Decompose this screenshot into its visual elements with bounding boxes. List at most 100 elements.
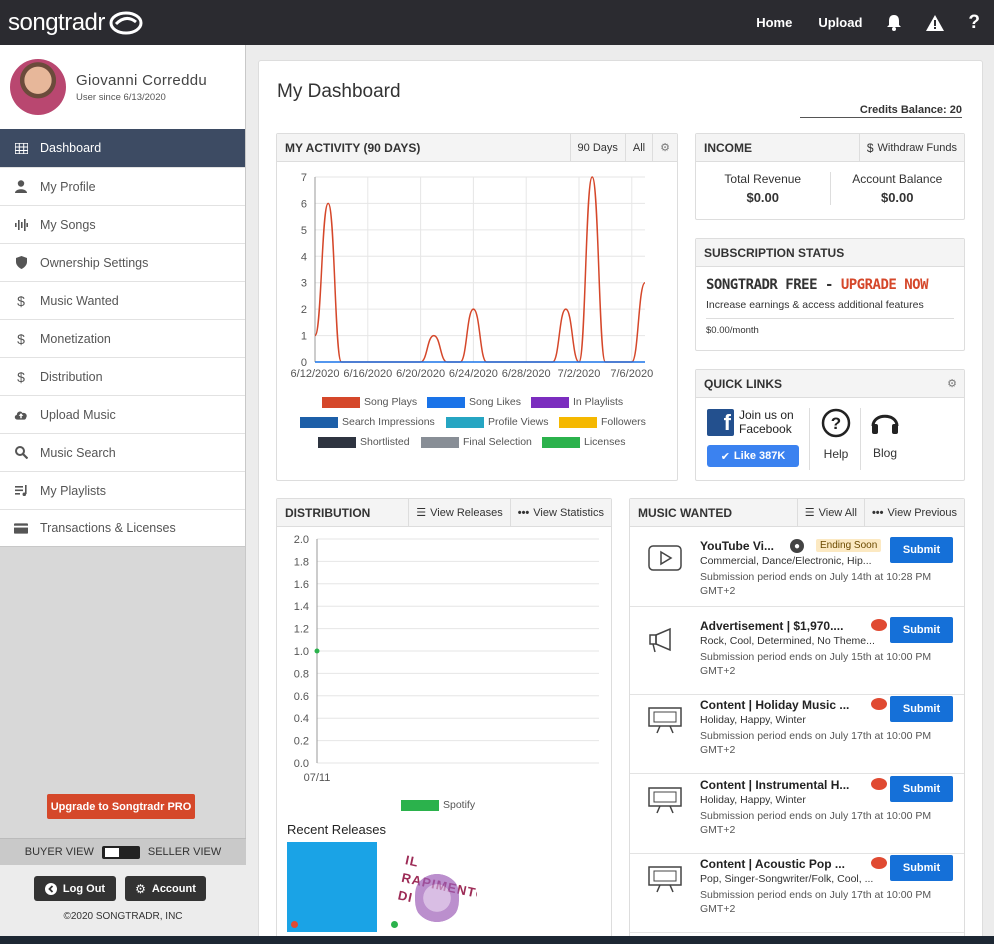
sidebar-item-distribution[interactable]: $ Distribution	[0, 357, 245, 395]
brief-title[interactable]: Content | Acoustic Pop ...	[700, 857, 845, 871]
avatar[interactable]	[10, 59, 66, 115]
blog-link[interactable]: Blog	[870, 408, 900, 460]
sidebar-item-my-songs[interactable]: My Songs	[0, 205, 245, 243]
series-line-song-plays	[314, 176, 646, 363]
gears-icon: ⚙	[135, 881, 146, 896]
view-statistics-button[interactable]: ••• View Statistics	[509, 499, 611, 526]
view-releases-button[interactable]: ☰ View Releases	[408, 499, 509, 526]
sidebar-item-dashboard[interactable]: Dashboard	[0, 129, 245, 167]
quicklinks-panel: QUICK LINKS ⚙ f Join us on Facebook ✔ Lik…	[695, 369, 965, 481]
withdraw-funds-button[interactable]: $ Withdraw Funds	[858, 134, 964, 161]
y-tick-label: 0.8	[294, 668, 309, 680]
x-tick-label: 6/16/2020	[343, 368, 392, 380]
y-tick-label: 1.2	[294, 624, 309, 636]
sidebar-item-music-search[interactable]: Music Search	[0, 433, 245, 471]
y-tick-label: 1.4	[294, 601, 309, 613]
dollar-icon: $	[17, 330, 25, 347]
y-tick-label: 1.6	[294, 579, 309, 591]
logo-mark-icon	[109, 11, 143, 34]
account-balance-value: $0.00	[880, 190, 914, 205]
legend-swatch	[318, 436, 356, 448]
account-button[interactable]: ⚙ Account	[125, 876, 206, 901]
view-toggle-switch[interactable]	[101, 845, 140, 859]
submit-button[interactable]: Submit	[890, 537, 953, 563]
sidebar-item-monetization[interactable]: $ Monetization	[0, 319, 245, 357]
subscription-price: $0.00/month	[706, 325, 759, 336]
warning-icon[interactable]	[926, 14, 945, 31]
music-wanted-item[interactable]: Content | Acoustic Pop ... Pop, Singer-S…	[630, 853, 964, 933]
account-label: Account	[151, 882, 196, 895]
music-wanted-item[interactable]: Content | Instrumental H... Holiday, Hap…	[630, 774, 964, 854]
screen-icon	[648, 787, 682, 814]
submit-button[interactable]: Submit	[890, 696, 953, 722]
sidebar-menu: Dashboard My Profile My Songs Ownership …	[0, 129, 245, 547]
music-wanted-title: MUSIC WANTED	[638, 505, 732, 520]
music-wanted-item[interactable]: Content | Holiday Music ... Holiday, Hap…	[630, 694, 964, 774]
account-balance-label: Account Balance	[852, 172, 943, 186]
subscription-plan: SONGTRADR FREE	[706, 277, 818, 293]
y-tick-label: 2.0	[294, 534, 309, 546]
music-wanted-item[interactable]: Advertisement | $1,970.... Rock, Cool, D…	[630, 615, 964, 695]
sidebar-footer: Log Out ⚙ Account ©2020 SONGTRADR, INC	[0, 865, 246, 944]
data-point-spotify	[314, 648, 320, 654]
brief-title[interactable]: YouTube Vi...	[700, 539, 774, 553]
brief-title[interactable]: Content | Instrumental H...	[700, 778, 849, 792]
submit-button[interactable]: Submit	[890, 855, 953, 881]
settings-gears-icon[interactable]: ⚙	[652, 134, 677, 161]
playlist-icon	[14, 485, 28, 496]
help-link[interactable]: ? Help	[820, 408, 852, 461]
facebook-link[interactable]: f Join us on Facebook	[707, 408, 803, 436]
bell-icon[interactable]	[886, 14, 902, 31]
music-wanted-item[interactable]: YouTube Vi... ● Ending Soon Commercial, …	[630, 535, 964, 607]
megaphone-icon	[649, 627, 671, 653]
brief-tags: Holiday, Happy, Winter	[700, 794, 806, 806]
search-icon	[14, 446, 28, 459]
view-all-button[interactable]: ☰ View All	[796, 499, 864, 526]
brief-title[interactable]: Content | Holiday Music ...	[700, 698, 849, 712]
sidebar-item-ownership-settings[interactable]: Ownership Settings	[0, 243, 245, 281]
sidebar-item-upload-music[interactable]: Upload Music	[0, 395, 245, 433]
nav-upload-link[interactable]: Upload	[818, 15, 862, 30]
y-tick-label: 0.6	[294, 691, 309, 703]
help-icon[interactable]: ?	[968, 12, 980, 34]
sidebar-item-my-playlists[interactable]: My Playlists	[0, 471, 245, 509]
sidebar-item-transactions-licenses[interactable]: Transactions & Licenses	[0, 509, 245, 547]
legend-song-plays: Song Plays	[322, 396, 417, 408]
submit-button[interactable]: Submit	[890, 776, 953, 802]
y-tick-label: 4	[301, 251, 307, 263]
sidebar-item-label: Transactions & Licenses	[40, 521, 176, 535]
quicklinks-gears-icon[interactable]: ⚙	[940, 370, 964, 397]
quicklinks-title: QUICK LINKS	[704, 376, 782, 391]
distribution-panel: DISTRIBUTION ☰ View Releases ••• View Stat…	[276, 498, 612, 944]
sidebar-item-music-wanted[interactable]: $ Music Wanted	[0, 281, 245, 319]
upgrade-pro-button[interactable]: Upgrade to Songtradr PRO	[47, 794, 195, 819]
release-cover-1[interactable]	[287, 842, 377, 932]
legend-licenses: Licenses	[542, 436, 625, 448]
sidebar-item-label: Music Wanted	[40, 293, 119, 308]
range-90-days-button[interactable]: 90 Days	[569, 134, 625, 161]
brief-title[interactable]: Advertisement | $1,970....	[700, 619, 843, 633]
submit-button[interactable]: Submit	[890, 617, 953, 643]
dots-icon: •••	[871, 506, 884, 519]
sidebar-item-my-profile[interactable]: My Profile	[0, 167, 245, 205]
brief-period: Submission period ends on July 15th at 1…	[700, 651, 932, 677]
logout-icon	[44, 882, 57, 895]
songtradr-logo[interactable]: songtradr	[8, 9, 143, 37]
range-all-button[interactable]: All	[624, 134, 652, 161]
upgrade-now-link[interactable]: UPGRADE NOW	[841, 277, 929, 293]
dollar-icon: $	[17, 292, 25, 309]
release-cover-2[interactable]: IL RAPIMENTO DI	[387, 842, 477, 932]
profile-card[interactable]: Giovanni Correddu User since 6/13/2020	[0, 45, 245, 129]
x-tick-label: 6/20/2020	[396, 368, 445, 380]
legend-swatch	[531, 396, 569, 408]
list-icon: ☰	[804, 507, 815, 519]
nav-home-link[interactable]: Home	[756, 15, 792, 30]
legend-swatch	[427, 396, 465, 408]
distribution-title: DISTRIBUTION	[285, 505, 371, 520]
brief-tags: Pop, Singer-Songwriter/Folk, Cool, ...	[700, 873, 874, 885]
logo-text: songtradr	[8, 8, 105, 36]
svg-text:?: ?	[831, 414, 841, 433]
logout-button[interactable]: Log Out	[34, 876, 116, 901]
facebook-like-button[interactable]: ✔ Like 387K	[707, 445, 799, 467]
view-previous-button[interactable]: ••• View Previous	[863, 499, 964, 526]
